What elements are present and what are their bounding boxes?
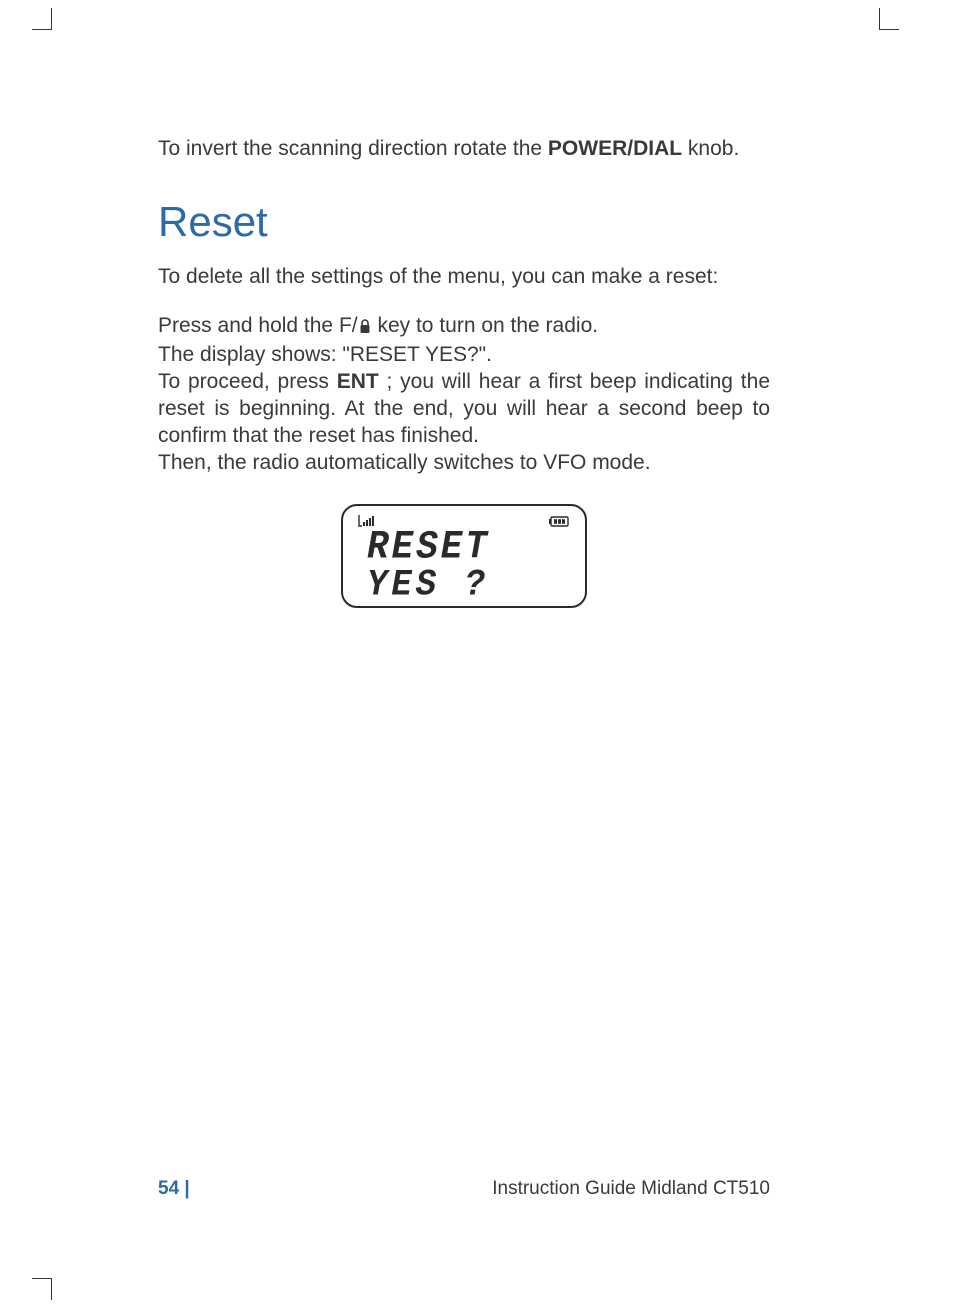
intro-paragraph: To invert the scanning direction rotate … xyxy=(158,135,770,162)
section-heading: Reset xyxy=(158,198,770,246)
content-area: To invert the scanning direction rotate … xyxy=(158,135,770,608)
intro-bold: POWER/DIAL xyxy=(548,137,682,160)
delete-paragraph: To delete all the settings of the menu, … xyxy=(158,264,770,291)
lcd-display-wrap: RESET YES ? xyxy=(341,504,587,608)
page-number: 54 | xyxy=(158,1178,190,1200)
footer: 54 | Instruction Guide Midland CT510 xyxy=(158,1178,770,1200)
intro-text-before: To invert the scanning direction rotate … xyxy=(158,137,548,160)
lcd-display: RESET YES ? xyxy=(341,504,587,608)
instr-line4: Then, the radio automatically switches t… xyxy=(158,451,651,474)
crop-mark xyxy=(32,1278,52,1300)
instr-line3-before: To proceed, press xyxy=(158,370,337,393)
crop-mark xyxy=(32,8,52,30)
lcd-line-1: RESET xyxy=(367,530,573,566)
instr-line2: The display shows: "RESET YES?". xyxy=(158,343,492,366)
lcd-text: RESET YES ? xyxy=(367,530,573,599)
instruction-block: Press and hold the F/ key to turn on the… xyxy=(158,313,770,476)
crop-mark xyxy=(879,8,899,30)
intro-text-after: knob. xyxy=(682,137,739,160)
instr-line1-before: Press and hold the F/ xyxy=(158,314,358,337)
page: To invert the scanning direction rotate … xyxy=(0,0,954,1308)
instr-line3-bold: ENT xyxy=(337,370,379,393)
footer-title: Instruction Guide Midland CT510 xyxy=(492,1178,770,1200)
lcd-line-2: YES ? xyxy=(367,569,573,603)
instr-line1-after: key to turn on the radio. xyxy=(372,314,598,337)
lock-icon xyxy=(358,315,372,342)
